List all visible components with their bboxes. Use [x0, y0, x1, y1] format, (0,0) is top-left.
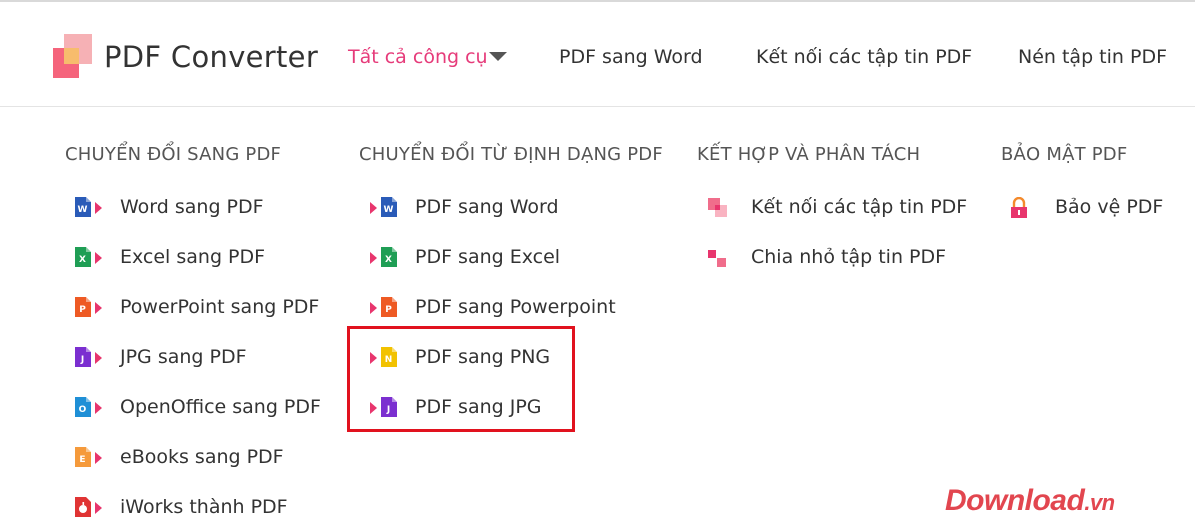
- nav-pdf-to-word[interactable]: PDF sang Word: [559, 46, 703, 68]
- word-icon: W: [75, 197, 91, 217]
- nav-compress-pdf[interactable]: Nén tập tin PDF: [1018, 46, 1167, 68]
- nav-all-tools[interactable]: Tất cả công cụ: [348, 46, 488, 68]
- menu-item-pdf-sang-word[interactable]: W PDF sang Word: [370, 194, 620, 224]
- ebook-icon: E: [75, 447, 91, 467]
- arrow-right-icon: [95, 351, 102, 369]
- openoffice-icon: O: [75, 397, 91, 417]
- header-bar: PDF Converter Tất cả công cụ PDF sang Wo…: [0, 6, 1195, 107]
- menu-item-word-sang-pdf[interactable]: W Word sang PDF: [75, 194, 325, 224]
- menu-item-powerpoint-sang-pdf[interactable]: P PowerPoint sang PDF: [75, 294, 325, 324]
- menu-item-pdf-sang-powerpoint[interactable]: P PDF sang Powerpoint: [370, 294, 620, 324]
- arrow-right-icon: [95, 251, 102, 269]
- menu-item-protect-pdf[interactable]: Bảo vệ PDF: [1010, 194, 1170, 224]
- excel-icon: X: [75, 247, 91, 267]
- menu-item-pdf-sang-excel[interactable]: X PDF sang Excel: [370, 244, 620, 274]
- arrow-right-icon: [95, 401, 102, 419]
- svg-text:P: P: [385, 305, 392, 315]
- powerpoint-icon: P: [381, 297, 397, 317]
- iworks-icon: [75, 497, 91, 517]
- column-title-to-pdf: CHUYỂN ĐỔI SANG PDF: [65, 144, 282, 165]
- menu-item-label: PDF sang Word: [415, 196, 559, 218]
- column-title-security: BẢO MẬT PDF: [1001, 144, 1128, 165]
- arrow-right-icon: [95, 501, 102, 519]
- arrow-right-icon: [370, 201, 377, 219]
- arrow-right-icon: [95, 301, 102, 319]
- arrow-right-icon: [370, 251, 377, 269]
- watermark-text: Download: [945, 484, 1085, 517]
- watermark-logo: Download.vn: [945, 484, 1115, 518]
- svg-text:W: W: [78, 205, 88, 215]
- menu-item-ebooks-sang-pdf[interactable]: EeBooks sang PDF: [75, 444, 325, 474]
- menu-item-label: Word sang PDF: [120, 196, 264, 218]
- menu-item-label: JPG sang PDF: [120, 346, 247, 368]
- arrow-right-icon: [370, 301, 377, 319]
- svg-text:X: X: [79, 255, 86, 265]
- svg-text:J: J: [80, 355, 84, 365]
- brand-name[interactable]: PDF Converter: [104, 40, 318, 74]
- svg-text:P: P: [79, 305, 86, 315]
- menu-item-label: Chia nhỏ tập tin PDF: [751, 246, 947, 268]
- arrow-right-icon: [95, 451, 102, 469]
- powerpoint-icon: P: [75, 297, 91, 317]
- excel-icon: X: [381, 247, 397, 267]
- menu-item-label: PowerPoint sang PDF: [120, 296, 320, 318]
- column-title-from-pdf: CHUYỂN ĐỔI TỪ ĐỊNH DẠNG PDF: [359, 144, 663, 165]
- menu-item-label: Kết nối các tập tin PDF: [751, 196, 968, 218]
- arrow-right-icon: [95, 201, 102, 219]
- menu-item-label: iWorks thành PDF: [120, 496, 288, 518]
- nav-merge-pdf[interactable]: Kết nối các tập tin PDF: [756, 46, 972, 68]
- menu-item-iworks-th-nh-pdf[interactable]: iWorks thành PDF: [75, 494, 325, 524]
- menu-item-jpg-sang-pdf[interactable]: J JPG sang PDF: [75, 344, 325, 374]
- menu-item-openoffice-sang-pdf[interactable]: O OpenOffice sang PDF: [75, 394, 325, 424]
- lock-icon: [1011, 197, 1027, 218]
- svg-text:X: X: [385, 255, 392, 265]
- menu-item-label: PDF sang Excel: [415, 246, 561, 268]
- menu-item-split-pdf[interactable]: Chia nhỏ tập tin PDF: [706, 244, 946, 274]
- merge-icon: [708, 198, 727, 217]
- menu-item-label: Bảo vệ PDF: [1055, 196, 1164, 218]
- menu-item-label: Excel sang PDF: [120, 246, 266, 268]
- logo-icon[interactable]: [53, 34, 93, 80]
- chevron-down-icon[interactable]: [489, 52, 507, 61]
- word-icon: W: [381, 197, 397, 217]
- watermark-suffix: .vn: [1084, 490, 1115, 515]
- jpg-icon: J: [75, 347, 91, 367]
- menu-item-merge-pdf[interactable]: Kết nối các tập tin PDF: [706, 194, 968, 224]
- svg-text:E: E: [79, 455, 85, 465]
- column-title-merge-split: KẾT HỢP VÀ PHÂN TÁCH: [697, 144, 921, 165]
- menu-item-label: PDF sang Powerpoint: [415, 296, 616, 318]
- highlight-box: [347, 326, 575, 432]
- menu-item-label: eBooks sang PDF: [120, 446, 284, 468]
- svg-text:W: W: [384, 205, 394, 215]
- svg-text:O: O: [79, 405, 87, 415]
- split-icon: [708, 250, 726, 267]
- menu-item-label: OpenOffice sang PDF: [120, 396, 321, 418]
- menu-item-excel-sang-pdf[interactable]: X Excel sang PDF: [75, 244, 325, 274]
